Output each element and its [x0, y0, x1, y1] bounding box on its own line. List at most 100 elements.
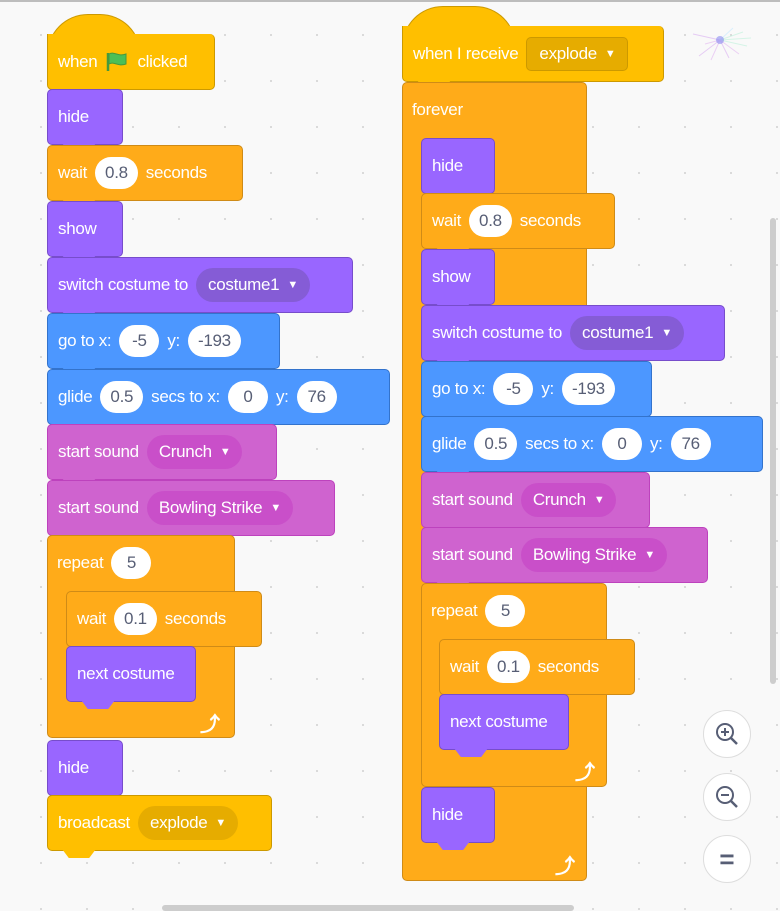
repeat-count-input[interactable]: 5: [111, 547, 152, 579]
horizontal-scrollbar[interactable]: [162, 905, 574, 911]
wait-block[interactable]: wait 0.1 seconds: [66, 591, 262, 647]
sound-dropdown[interactable]: Crunch ▼: [146, 435, 243, 469]
wait-block[interactable]: wait 0.8 seconds: [47, 145, 243, 201]
zoom-out-button[interactable]: [703, 773, 751, 821]
dropdown-value: Bowling Strike: [158, 498, 263, 517]
x-input[interactable]: -5: [493, 373, 534, 405]
x-input[interactable]: -5: [119, 325, 160, 357]
block-label: broadcast: [58, 813, 130, 832]
switch-costume-block[interactable]: switch costume to costume1 ▼: [47, 257, 353, 313]
loop-arrow-icon: ⤴: [200, 714, 220, 736]
block-label: hide: [58, 107, 89, 126]
message-dropdown[interactable]: explode ▼: [526, 36, 629, 71]
costume-dropdown[interactable]: costume1 ▼: [196, 268, 310, 302]
zoom-in-icon: [716, 723, 738, 745]
wait-seconds-input[interactable]: 0.1: [487, 651, 530, 683]
block-label: secs to x:: [525, 434, 594, 453]
message-dropdown[interactable]: explode ▼: [137, 806, 239, 840]
show-block[interactable]: show: [47, 201, 123, 257]
x-input[interactable]: 0: [227, 381, 268, 413]
reset-zoom-button[interactable]: =: [703, 835, 751, 883]
hide-block[interactable]: hide: [421, 138, 495, 194]
wait-seconds-input[interactable]: 0.8: [95, 157, 138, 189]
zoom-out-icon: [716, 786, 738, 808]
next-costume-block[interactable]: next costume: [439, 694, 569, 750]
block-label: y:: [275, 387, 289, 406]
sound-dropdown[interactable]: Crunch ▼: [520, 483, 617, 517]
wait-seconds-input[interactable]: 0.8: [469, 205, 512, 237]
when-i-receive-block[interactable]: when I receive explode ▼: [402, 26, 664, 82]
dropdown-value: explode: [539, 43, 597, 63]
next-costume-block[interactable]: next costume: [66, 646, 196, 702]
block-label: seconds: [145, 163, 208, 182]
block-label: show: [432, 267, 471, 286]
block-label: glide: [58, 387, 93, 406]
hide-block[interactable]: hide: [47, 740, 123, 796]
go-to-xy-block[interactable]: go to x: -5 y: -193: [421, 361, 652, 417]
dropdown-value: explode: [149, 813, 208, 832]
block-label: next costume: [450, 712, 548, 731]
show-block[interactable]: show: [421, 249, 495, 305]
block-label: y:: [167, 331, 180, 350]
top-border: [0, 0, 780, 2]
start-sound-block[interactable]: start sound Crunch ▼: [421, 472, 650, 528]
repeat-header: repeat 5: [421, 583, 607, 639]
sound-dropdown[interactable]: Bowling Strike ▼: [146, 491, 293, 525]
wait-block[interactable]: wait 0.8 seconds: [421, 193, 615, 249]
block-label: next costume: [77, 664, 175, 683]
y-input[interactable]: 76: [296, 381, 337, 413]
block-label: seconds: [537, 657, 600, 676]
sprite-explosion-thumbnail: [692, 27, 752, 61]
y-input[interactable]: 76: [670, 428, 711, 460]
block-label: seconds: [519, 211, 582, 230]
glide-secs-input[interactable]: 0.5: [474, 428, 518, 460]
caret-down-icon: ▼: [215, 817, 227, 829]
start-sound-block[interactable]: start sound Bowling Strike ▼: [47, 480, 335, 536]
go-to-xy-block[interactable]: go to x: -5 y: -193: [47, 313, 280, 369]
when-flag-clicked-block[interactable]: when clicked: [47, 34, 215, 90]
dropdown-value: Crunch: [532, 490, 586, 509]
broadcast-block[interactable]: broadcast explode ▼: [47, 795, 272, 851]
block-label: switch costume to: [58, 275, 189, 294]
y-input[interactable]: -193: [561, 373, 615, 405]
glide-secs-input[interactable]: 0.5: [100, 381, 144, 413]
caret-down-icon: ▼: [219, 446, 231, 458]
block-label: start sound: [432, 490, 513, 509]
hide-block[interactable]: hide: [47, 89, 123, 145]
zoom-in-button[interactable]: [703, 710, 751, 758]
block-label: start sound: [58, 442, 139, 461]
vertical-scrollbar[interactable]: [770, 218, 776, 684]
block-label: y:: [541, 379, 554, 398]
block-label: when: [58, 51, 98, 71]
dropdown-value: costume1: [208, 275, 280, 294]
glide-block[interactable]: glide 0.5 secs to x: 0 y: 76: [421, 416, 763, 472]
block-label: secs to x:: [151, 387, 220, 406]
forever-header: forever: [402, 82, 587, 138]
repeat-count-input[interactable]: 5: [485, 595, 526, 627]
sound-dropdown[interactable]: Bowling Strike ▼: [520, 538, 667, 572]
start-sound-block[interactable]: start sound Crunch ▼: [47, 424, 277, 480]
x-input[interactable]: 0: [601, 428, 642, 460]
hide-block[interactable]: hide: [421, 787, 495, 843]
costume-dropdown[interactable]: costume1 ▼: [570, 316, 684, 350]
dropdown-value: Crunch: [158, 442, 212, 461]
block-label: repeat: [57, 553, 104, 572]
glide-block[interactable]: glide 0.5 secs to x: 0 y: 76: [47, 369, 390, 425]
wait-block[interactable]: wait 0.1 seconds: [439, 639, 635, 695]
block-label: y:: [649, 434, 663, 453]
y-input[interactable]: -193: [187, 325, 241, 357]
loop-arrow-icon: ⤴: [575, 762, 595, 784]
block-label: show: [58, 219, 97, 238]
switch-costume-block[interactable]: switch costume to costume1 ▼: [421, 305, 725, 361]
caret-down-icon: ▼: [661, 327, 672, 339]
green-flag-icon: [107, 52, 127, 71]
block-label: seconds: [164, 609, 227, 628]
start-sound-block[interactable]: start sound Bowling Strike ▼: [421, 527, 708, 583]
block-label: start sound: [432, 545, 513, 564]
block-label: wait: [450, 657, 480, 676]
block-label: go to x:: [58, 331, 112, 350]
block-label: switch costume to: [432, 323, 563, 342]
block-label: wait: [77, 609, 107, 628]
wait-seconds-input[interactable]: 0.1: [114, 603, 157, 635]
block-label: hide: [432, 156, 463, 175]
